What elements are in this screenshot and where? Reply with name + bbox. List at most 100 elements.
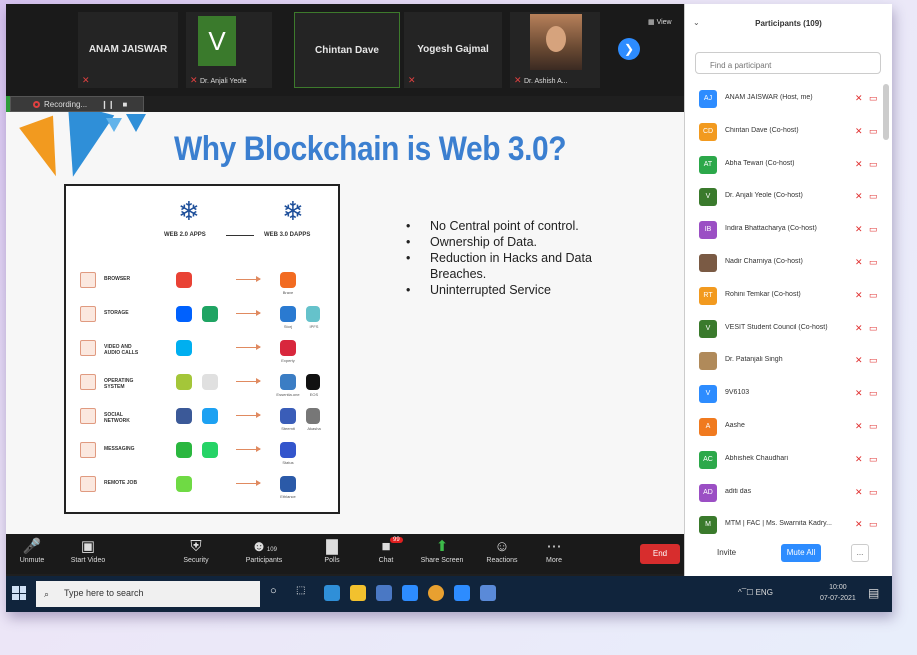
video-off-icon: ▭ bbox=[869, 125, 878, 136]
next-page-icon[interactable]: ❯ bbox=[618, 38, 640, 60]
start-video-button[interactable]: ▣ Start Video bbox=[62, 537, 114, 564]
category-label: STORAGE bbox=[104, 310, 129, 316]
pause-icon[interactable]: ❙❙ bbox=[101, 100, 114, 109]
participant-name: Rohini Temkar (Co-host) bbox=[725, 290, 801, 298]
video-off-icon: ▭ bbox=[869, 453, 878, 464]
participants-button[interactable]: ☻109 Participants bbox=[238, 537, 290, 564]
avatar: CD bbox=[699, 122, 717, 141]
diagram-row: REMOTE JOB Ethlance bbox=[76, 474, 332, 504]
web3-dapp-icon bbox=[306, 306, 320, 322]
mute-all-button[interactable]: Mute All bbox=[781, 544, 821, 562]
participant-row[interactable]: AC Abhishek Chaudhari ✕ ▭ bbox=[693, 445, 885, 478]
participants-icon: ☻109 bbox=[251, 538, 277, 555]
participant-row[interactable]: AJ ANAM JAISWAR (Host, me) ✕ ▭ bbox=[693, 84, 885, 117]
mic-off-icon: ✕ bbox=[855, 256, 863, 267]
participant-row[interactable]: M MTM | FAC | Ms. Swarnita Kadry... ✕ ▭ bbox=[693, 510, 885, 543]
video-tile[interactable]: Chintan Dave bbox=[294, 12, 400, 88]
zoom-icon[interactable] bbox=[454, 585, 470, 601]
polls-button[interactable]: ▇ Polls bbox=[306, 537, 358, 564]
file-explorer-icon[interactable] bbox=[350, 585, 366, 601]
participant-row[interactable]: Dr. Patanjali Singh ✕ ▭ bbox=[693, 346, 885, 379]
web2-app-icon bbox=[176, 408, 192, 424]
windows-start-icon[interactable] bbox=[12, 586, 26, 600]
invite-button[interactable]: Invite bbox=[717, 548, 736, 557]
slide-title: Why Blockchain is Web 3.0? bbox=[174, 130, 567, 168]
view-button[interactable]: ▦ View bbox=[648, 18, 672, 26]
avatar: AJ bbox=[699, 90, 717, 108]
web2-app-icon bbox=[202, 306, 218, 322]
avatar: M bbox=[699, 516, 717, 535]
video-off-icon: ▭ bbox=[869, 93, 878, 103]
system-tray[interactable]: ^ ̅ ☐ ENG bbox=[738, 588, 773, 597]
video-tile[interactable]: V ✕ Dr. Anjali Yeole bbox=[186, 12, 272, 88]
participant-row[interactable]: V 9V6103 ✕ ▭ bbox=[693, 379, 885, 412]
dapp-caption: Experty bbox=[281, 358, 295, 363]
participant-list: AJ ANAM JAISWAR (Host, me) ✕ ▭ CD Chintan Dav… bbox=[693, 84, 885, 543]
cortana-icon[interactable]: ○ bbox=[270, 585, 286, 601]
web2-app-icon bbox=[202, 374, 218, 390]
video-off-icon: ▣ bbox=[80, 538, 96, 555]
participant-row[interactable]: V Dr. Anjali Yeole (Co-host) ✕ ▭ bbox=[693, 182, 885, 215]
notification-icon[interactable]: ▤ bbox=[868, 586, 879, 600]
category-icon bbox=[80, 442, 96, 458]
zoom-window: ANAM JAISWAR ✕ V ✕ Dr. Anjali Yeole Chin… bbox=[6, 4, 892, 612]
taskbar-search-input[interactable]: Type here to search bbox=[36, 581, 260, 607]
share-screen-button[interactable]: ⬆ Share Screen bbox=[416, 537, 468, 564]
more-label: More bbox=[546, 557, 562, 564]
video-tile[interactable]: ✕ Dr. Ashish A... bbox=[510, 12, 600, 88]
store-icon[interactable] bbox=[376, 585, 392, 601]
web3-dapp-icon bbox=[280, 306, 296, 322]
participant-row[interactable]: CD Chintan Dave (Co-host) ✕ ▭ bbox=[693, 117, 885, 150]
avatar: AC bbox=[699, 450, 717, 469]
edge-icon[interactable] bbox=[324, 585, 340, 601]
participant-search-input[interactable] bbox=[695, 52, 881, 74]
chat-label: Chat bbox=[378, 557, 394, 564]
tile-name: Dr. Anjali Yeole bbox=[200, 78, 247, 85]
category-label: VIDEO AND AUDIO CALLS bbox=[104, 344, 139, 356]
unmute-button[interactable]: 🎤 Unmute bbox=[6, 537, 58, 564]
participant-row[interactable]: V VESIT Student Council (Co-host) ✕ ▭ bbox=[693, 314, 885, 347]
participant-row[interactable]: A Aashe ✕ ▭ bbox=[693, 412, 885, 445]
video-off-icon: ▭ bbox=[869, 355, 878, 366]
video-off-icon: ▭ bbox=[869, 322, 878, 333]
participant-name: Chintan Dave (Co-host) bbox=[725, 126, 799, 134]
arrow-icon bbox=[236, 310, 261, 316]
avatar: IB bbox=[699, 221, 717, 240]
stop-icon[interactable]: ■ bbox=[123, 100, 128, 109]
shared-screen: Why Blockchain is Web 3.0? ❄ ❄ WEB 2.0 A… bbox=[6, 112, 684, 534]
share-screen-icon: ⬆ bbox=[435, 538, 449, 555]
end-button[interactable]: End bbox=[640, 544, 680, 564]
participant-row[interactable]: AT Abha Tewari (Co-host) ✕ ▭ bbox=[693, 150, 885, 183]
participant-row[interactable]: Nadir Charniya (Co-host) ✕ ▭ bbox=[693, 248, 885, 281]
panel-more-button[interactable]: ... bbox=[851, 544, 869, 562]
video-off-icon: ▭ bbox=[869, 158, 878, 169]
web3-dapp-icon bbox=[306, 408, 320, 424]
app-icon[interactable] bbox=[480, 585, 496, 601]
participant-row[interactable]: RT Rohini Temkar (Co-host) ✕ ▭ bbox=[693, 281, 885, 314]
video-off-icon: ▭ bbox=[869, 191, 878, 202]
chat-badge: 99 bbox=[390, 537, 403, 543]
video-tile[interactable]: Yogesh Gajmal ✕ bbox=[404, 12, 502, 88]
security-button[interactable]: ⛨ Security bbox=[170, 537, 222, 564]
task-view-icon[interactable]: ⬚ bbox=[296, 585, 312, 601]
security-label: Security bbox=[183, 557, 209, 564]
chat-button[interactable]: ■ 99 Chat bbox=[360, 537, 412, 564]
participant-row[interactable]: IB Indira Bhattacharya (Co-host) ✕ ▭ bbox=[693, 215, 885, 248]
muted-mic-icon: ✕ bbox=[514, 75, 522, 85]
clock[interactable]: 10:00 07-07-2021 bbox=[820, 582, 856, 604]
chrome-icon[interactable] bbox=[428, 585, 444, 601]
clock-date: 07-07-2021 bbox=[820, 595, 856, 602]
participant-name: Abhishek Chaudhari bbox=[725, 454, 789, 462]
participant-name: Abha Tewari (Co-host) bbox=[725, 159, 795, 167]
participant-name: Nadir Charniya (Co-host) bbox=[725, 257, 803, 265]
video-strip: ANAM JAISWAR ✕ V ✕ Dr. Anjali Yeole Chin… bbox=[6, 4, 684, 96]
participant-row[interactable]: AD aditi das ✕ ▭ bbox=[693, 478, 885, 511]
arrow-icon bbox=[236, 480, 261, 486]
more-icon: ⋯ bbox=[546, 538, 562, 555]
reactions-button[interactable]: ☺ Reactions bbox=[476, 537, 528, 564]
video-tile[interactable]: ANAM JAISWAR ✕ bbox=[78, 12, 178, 88]
mail-icon[interactable] bbox=[402, 585, 418, 601]
avatar: V bbox=[699, 385, 717, 404]
more-button[interactable]: ⋯ More bbox=[528, 537, 580, 564]
video-off-icon: ▭ bbox=[869, 486, 878, 497]
